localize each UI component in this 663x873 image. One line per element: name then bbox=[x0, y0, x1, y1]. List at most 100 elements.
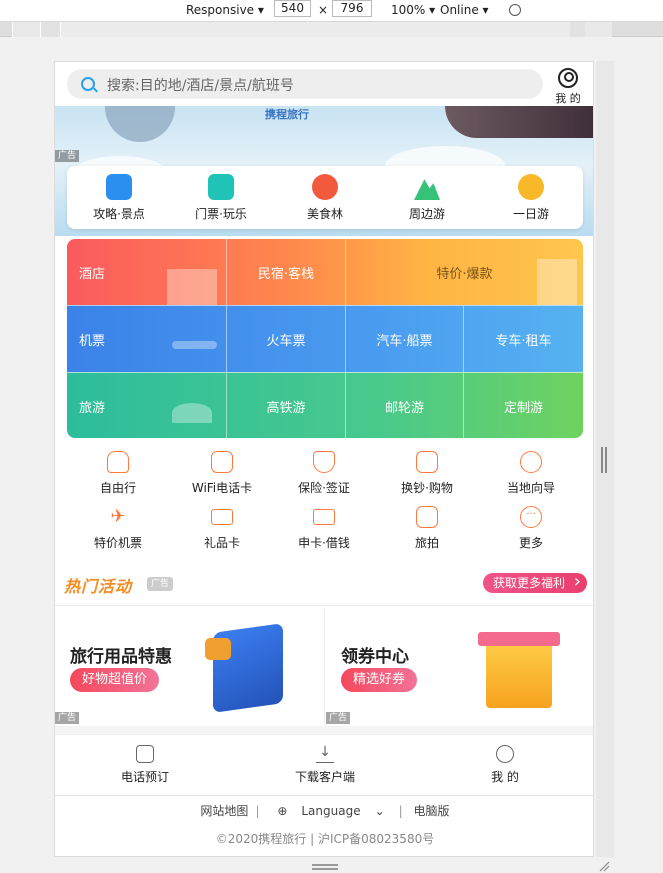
camera-icon bbox=[416, 506, 438, 528]
promo-ad-tag: 广告 bbox=[55, 712, 80, 724]
search-placeholder: 搜索:目的地/酒店/景点/航班号 bbox=[107, 78, 294, 94]
rotate-icon[interactable] bbox=[509, 4, 521, 16]
grid-homestay[interactable]: 民宿·客栈 bbox=[226, 239, 345, 305]
grid-row-hotels: 酒店 民宿·客栈 特价·爆款 bbox=[67, 239, 583, 305]
resize-corner-icon[interactable] bbox=[598, 860, 610, 872]
service-gift-card[interactable]: 礼品卡 bbox=[174, 506, 270, 551]
service-travel-photo[interactable]: 旅拍 bbox=[379, 506, 475, 551]
hat-icon bbox=[520, 451, 542, 473]
user-icon bbox=[558, 68, 578, 88]
grid-custom-tour[interactable]: 定制游 bbox=[463, 373, 583, 438]
grid-hsr-tours[interactable]: 高铁游 bbox=[226, 373, 345, 438]
top-header: 搜索:目的地/酒店/景点/航班号 我 的 bbox=[55, 62, 593, 106]
mountain-icon bbox=[414, 179, 440, 200]
service-currency-shopping[interactable]: 换钞·购物 bbox=[379, 451, 475, 496]
quick-nav-tickets[interactable]: 门票·玩乐 bbox=[181, 174, 261, 222]
gift-box-lid bbox=[478, 632, 560, 646]
service-wifi-card[interactable]: WiFi电话卡 bbox=[174, 451, 270, 496]
service-icon-list: 自由行 WiFi电话卡 保险·签证 换钞·购物 当地向导 ✈ 特价机票 礼品卡 bbox=[55, 447, 593, 557]
gift-card-icon bbox=[211, 509, 233, 525]
globe-icon: ⊕ bbox=[277, 804, 288, 818]
wifi-card-icon bbox=[211, 451, 233, 473]
grid-car-rental[interactable]: 专车·租车 bbox=[463, 306, 583, 373]
viewport-width-input[interactable]: 540 bbox=[274, 0, 311, 17]
sun-icon bbox=[518, 174, 544, 200]
service-insurance-visa[interactable]: 保险·签证 bbox=[276, 451, 372, 496]
ticket-icon bbox=[208, 174, 234, 200]
hot-activities-bar: 热门活动 广告 获取更多福利 bbox=[55, 562, 593, 606]
backpack-icon bbox=[107, 451, 129, 473]
shopping-bag-icon bbox=[416, 451, 438, 473]
grid-tours[interactable]: 旅游 bbox=[67, 373, 226, 438]
my-account-button[interactable]: 我 的 bbox=[551, 66, 585, 106]
quick-nav-nearby[interactable]: 周边游 bbox=[387, 174, 467, 222]
banner-illustration bbox=[105, 106, 175, 142]
media-query-ruler bbox=[0, 22, 663, 37]
service-more[interactable]: ··· 更多 bbox=[483, 506, 579, 551]
main-category-grid: 酒店 民宿·客栈 特价·爆款 机票 火车票 汽车·船票 专车·租车 旅游 高铁游… bbox=[67, 239, 583, 438]
resize-handle-right[interactable] bbox=[601, 447, 607, 473]
grid-hotel[interactable]: 酒店 bbox=[67, 239, 226, 305]
network-dropdown[interactable]: Online ▾ bbox=[440, 3, 489, 17]
footer-links: 网站地图 | ⊕ Language ⌄ | 电脑版 bbox=[55, 802, 593, 819]
food-icon bbox=[312, 174, 338, 200]
quick-nav-daytrip[interactable]: 一日游 bbox=[491, 174, 571, 222]
service-free-travel[interactable]: 自由行 bbox=[70, 451, 166, 496]
resize-handle-bottom[interactable] bbox=[312, 864, 338, 870]
user-icon bbox=[496, 745, 514, 763]
search-icon bbox=[81, 77, 95, 91]
devtools-toolbar: Responsive ▾ 540 × 796 100% ▾ Online ▾ bbox=[0, 0, 663, 22]
promo-coupon-button[interactable]: 精选好券 bbox=[341, 668, 418, 692]
gift-box-illustration bbox=[486, 638, 552, 708]
banner-logo: 携程旅行 bbox=[265, 108, 309, 121]
search-bar[interactable]: 搜索:目的地/酒店/景点/航班号 bbox=[67, 69, 543, 99]
desktop-version-link[interactable]: 电脑版 bbox=[407, 802, 457, 819]
grid-row-travel: 旅游 高铁游 邮轮游 定制游 bbox=[67, 372, 583, 438]
language-selector[interactable]: ⊕ Language ⌄ bbox=[263, 804, 398, 818]
hot-ad-tag: 广告 bbox=[147, 577, 174, 591]
quick-nav-food[interactable]: 美食林 bbox=[285, 174, 365, 222]
mobile-viewport: 搜索:目的地/酒店/景点/航班号 我 的 携程旅行 广告 攻略·景点 门票·玩乐… bbox=[54, 61, 594, 857]
viewport-height-input[interactable]: 796 bbox=[332, 0, 372, 17]
quick-nav: 攻略·景点 门票·玩乐 美食林 周边游 一日游 bbox=[67, 166, 583, 229]
dimension-separator: × bbox=[318, 3, 329, 17]
footer-nav: 电话预订 ↓ 下载客户端 我 的 bbox=[55, 734, 593, 796]
phone-icon bbox=[136, 745, 154, 763]
service-credit-loan[interactable]: 申卡·借钱 bbox=[276, 506, 372, 551]
more-icon: ··· bbox=[520, 506, 542, 528]
phone-booking-button[interactable]: 电话预订 bbox=[95, 745, 195, 785]
download-app-button[interactable]: ↓ 下载客户端 bbox=[275, 745, 375, 785]
service-local-guide[interactable]: 当地向导 bbox=[483, 451, 579, 496]
grid-train[interactable]: 火车票 bbox=[226, 306, 345, 373]
download-icon: ↓ bbox=[316, 745, 334, 763]
copyright-text: ©2020携程旅行 | 沪ICP备08023580号 bbox=[215, 832, 435, 846]
zoom-dropdown[interactable]: 100% ▾ bbox=[391, 3, 435, 17]
sitemap-link[interactable]: 网站地图 bbox=[193, 802, 255, 819]
promo-travel-goods-button[interactable]: 好物超值价 bbox=[70, 668, 160, 692]
guide-book-icon bbox=[106, 174, 132, 200]
promo-ad-tag-2: 广告 bbox=[326, 712, 351, 724]
promo-travel-goods[interactable]: 旅行用品特惠 好物超值价 广告 bbox=[55, 608, 324, 726]
grid-special-deals[interactable]: 特价·爆款 bbox=[345, 239, 583, 305]
banner-ad-tag: 广告 bbox=[55, 150, 80, 162]
plane-icon: ✈ bbox=[110, 506, 126, 527]
get-more-benefits-button[interactable]: 获取更多福利 bbox=[482, 572, 587, 593]
suitcase-illustration bbox=[213, 623, 283, 713]
promo-section: 旅行用品特惠 好物超值价 广告 领券中心 精选好券 广告 bbox=[55, 608, 593, 726]
footer-my-account-button[interactable]: 我 的 bbox=[455, 745, 555, 785]
camera-illustration bbox=[205, 638, 231, 660]
grid-bus-ferry[interactable]: 汽车·船票 bbox=[345, 306, 463, 373]
promo-travel-goods-title: 旅行用品特惠 bbox=[70, 647, 172, 667]
shield-icon bbox=[313, 451, 335, 473]
grid-cruise[interactable]: 邮轮游 bbox=[345, 373, 463, 438]
grid-flights[interactable]: 机票 bbox=[67, 306, 226, 373]
promo-coupon-title: 领券中心 bbox=[341, 647, 409, 667]
banner-roof-art bbox=[445, 106, 593, 138]
credit-card-icon bbox=[313, 509, 335, 525]
device-mode-dropdown[interactable]: Responsive ▾ bbox=[186, 3, 264, 17]
my-account-label: 我 的 bbox=[555, 92, 581, 105]
promo-coupon-center[interactable]: 领券中心 精选好券 广告 bbox=[326, 608, 593, 726]
service-cheap-flights[interactable]: ✈ 特价机票 bbox=[70, 506, 166, 551]
quick-nav-guide[interactable]: 攻略·景点 bbox=[79, 174, 159, 222]
grid-row-transport: 机票 火车票 汽车·船票 专车·租车 bbox=[67, 305, 583, 373]
